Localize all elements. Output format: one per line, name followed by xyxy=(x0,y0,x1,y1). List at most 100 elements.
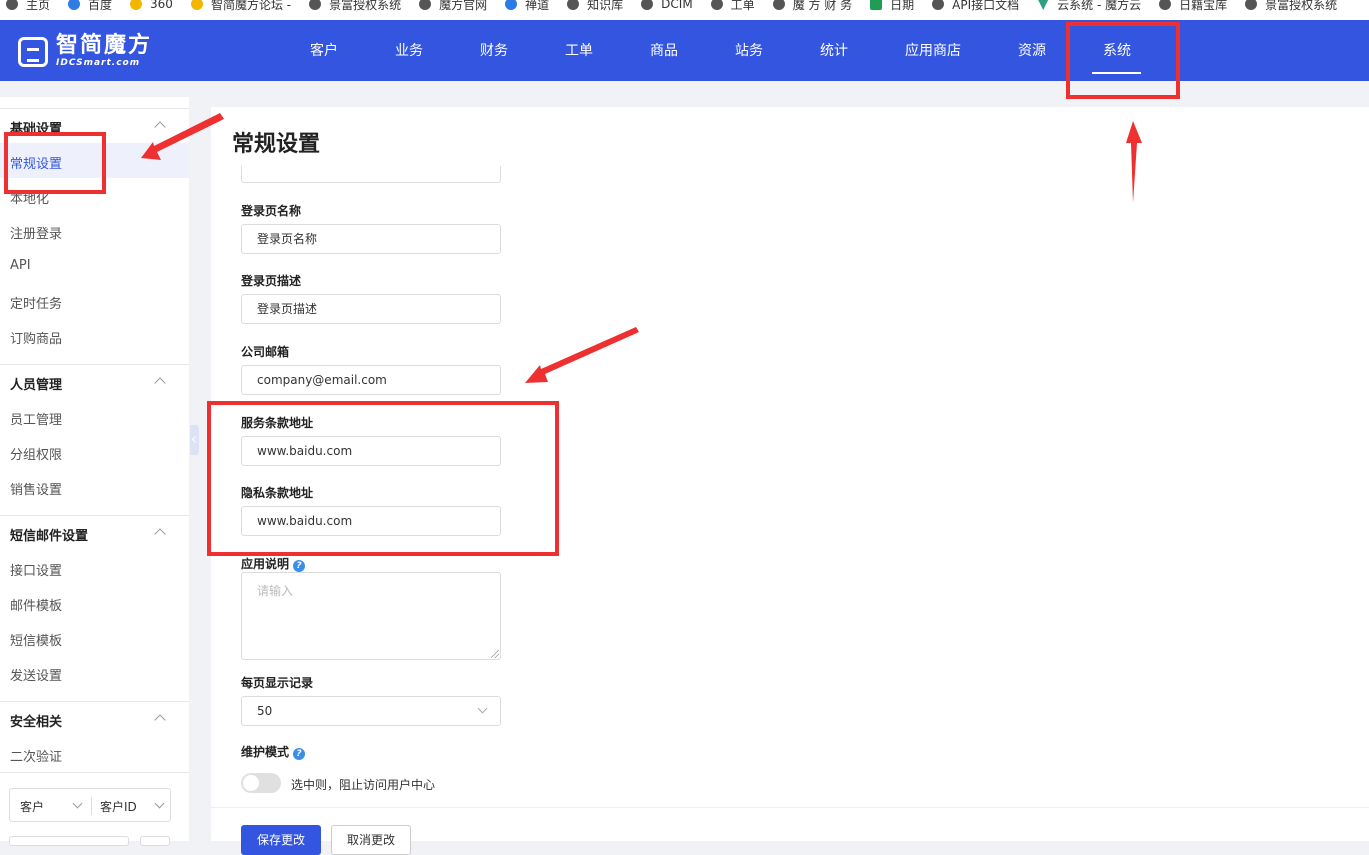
login-name-label: 登录页名称 xyxy=(241,204,302,218)
filter-type-select[interactable]: 客户 xyxy=(20,798,44,815)
nav-resources[interactable]: 资源 xyxy=(1018,40,1046,60)
sidebar-item-cron[interactable]: 定时任务 xyxy=(10,293,62,312)
sidebar-divider xyxy=(0,515,189,516)
globe-icon xyxy=(309,0,322,10)
resize-handle-icon[interactable] xyxy=(491,650,499,658)
bookmarks-bar: 主页 百度 360 智简魔方论坛 - 景富授权系统 魔方官网 禅道 知识库 DC… xyxy=(0,0,1369,20)
chevron-down-icon xyxy=(72,798,83,809)
bookmark-item[interactable]: 360 xyxy=(130,0,173,11)
logo-text: 智简魔方 IDCSmart.com xyxy=(56,35,152,68)
sidebar-section-security[interactable]: 安全相关 xyxy=(10,711,62,730)
globe-icon xyxy=(1159,0,1172,10)
bookmark-label: 魔方官网 xyxy=(439,0,488,12)
nav-app-store[interactable]: 应用商店 xyxy=(905,40,961,60)
login-desc-label: 登录页描述 xyxy=(241,274,302,288)
sidebar-item-register-login[interactable]: 注册登录 xyxy=(10,223,62,242)
sidebar-item-2fa[interactable]: 二次验证 xyxy=(10,746,62,765)
sidebar-item-api[interactable]: API xyxy=(10,258,31,273)
company-email-label: 公司邮箱 xyxy=(241,345,290,359)
save-button[interactable]: 保存更改 xyxy=(241,825,321,855)
bookmark-label: 景富授权系统 xyxy=(1265,0,1338,12)
bookmark-item[interactable]: 禅道 xyxy=(505,0,549,13)
sidebar-collapse-button[interactable] xyxy=(190,425,199,455)
chevron-down-icon xyxy=(154,798,165,809)
customer-search-button[interactable] xyxy=(140,836,170,846)
logo-name-en: IDCSmart.com xyxy=(56,58,141,68)
bookmark-item[interactable]: 景富授权系统 xyxy=(1245,0,1337,13)
page-size-select[interactable]: 50 xyxy=(241,696,501,726)
bookmark-item[interactable]: 知识库 xyxy=(567,0,623,13)
bookmark-item[interactable]: 工单 xyxy=(710,0,755,13)
sidebar-item-sales[interactable]: 销售设置 xyxy=(10,479,62,498)
customer-search-input[interactable] xyxy=(9,836,129,846)
360-icon xyxy=(130,0,143,10)
logo-mark-icon xyxy=(18,36,48,67)
sidebar-item-group-permissions[interactable]: 分组权限 xyxy=(10,444,62,463)
app-desc-textarea[interactable]: 请输入 xyxy=(241,572,501,660)
maintenance-toggle-text: 选中则，阻止访问用户中心 xyxy=(291,778,436,792)
maintenance-toggle[interactable] xyxy=(241,773,281,793)
app-desc-label: 应用说明? xyxy=(241,555,306,572)
nav-business[interactable]: 业务 xyxy=(395,40,423,60)
globe-icon xyxy=(1245,0,1258,10)
bookmark-label: 景富授权系统 xyxy=(329,0,402,12)
bookmark-item[interactable]: API接口文档 xyxy=(932,0,1019,13)
bookmark-item[interactable]: 主页 xyxy=(6,0,50,13)
sidebar-item-sms-templates[interactable]: 短信模板 xyxy=(10,630,62,649)
filter-field-select[interactable]: 客户ID xyxy=(100,798,137,815)
page-size-label: 每页显示记录 xyxy=(241,676,314,690)
baidu-icon xyxy=(68,0,81,10)
bookmark-item[interactable]: 百度 xyxy=(68,0,112,13)
sidebar-divider xyxy=(0,772,189,773)
nav-statistics[interactable]: 统计 xyxy=(820,40,848,60)
nav-products[interactable]: 商品 xyxy=(650,40,678,60)
vue-icon xyxy=(1037,0,1050,10)
bookmark-label: 360 xyxy=(150,0,173,11)
bookmark-item[interactable]: 日期 xyxy=(870,0,914,13)
bookmark-label: 云系统 - 魔方云 xyxy=(1057,0,1142,12)
sidebar-section-sms-email[interactable]: 短信邮件设置 xyxy=(10,525,88,544)
login-desc-input[interactable]: 登录页描述 xyxy=(241,294,501,324)
globe-icon xyxy=(710,0,723,10)
bookmark-label: 工单 xyxy=(730,0,755,12)
nav-site[interactable]: 站务 xyxy=(735,40,763,60)
globe-icon xyxy=(6,0,18,10)
bookmark-item[interactable]: 景富授权系统 xyxy=(309,0,401,13)
bookmark-label: 魔 方 财 务 xyxy=(792,0,853,12)
sidebar-item-send-settings[interactable]: 发送设置 xyxy=(10,665,62,684)
bookmark-item[interactable]: 魔方官网 xyxy=(419,0,487,13)
company-email-input[interactable]: company@email.com xyxy=(241,365,501,395)
annotation-box-terms-fields xyxy=(207,401,559,556)
globe-icon xyxy=(567,0,580,10)
bookmark-label: 百度 xyxy=(88,0,113,12)
bookmark-item[interactable]: 云系统 - 魔方云 xyxy=(1037,0,1141,13)
bookmark-item[interactable]: 魔 方 财 务 xyxy=(772,0,853,13)
customer-search-filter[interactable]: 客户 客户ID xyxy=(9,788,171,822)
sidebar-item-order-products[interactable]: 订购商品 xyxy=(10,328,62,347)
sidebar-divider xyxy=(0,364,189,365)
login-name-input[interactable]: 登录页名称 xyxy=(241,224,501,254)
logo[interactable]: 智简魔方 IDCSmart.com xyxy=(18,35,152,68)
partial-input-field[interactable] xyxy=(241,166,501,183)
nav-tickets[interactable]: 工单 xyxy=(565,40,593,60)
help-icon[interactable]: ? xyxy=(293,560,306,572)
bookmark-label: API接口文档 xyxy=(952,0,1020,12)
annotation-box-general-settings xyxy=(4,132,106,194)
sidebar-divider xyxy=(0,701,189,702)
sidebar-section-staff[interactable]: 人员管理 xyxy=(10,374,62,393)
bookmark-item[interactable]: DCIM xyxy=(641,0,693,11)
bookmark-label: 日期 xyxy=(890,0,915,12)
sidebar-item-staff[interactable]: 员工管理 xyxy=(10,409,62,428)
sidebar-item-interface[interactable]: 接口设置 xyxy=(10,560,62,579)
forum-icon xyxy=(190,0,203,10)
app-desc-label-text: 应用说明 xyxy=(241,557,290,571)
nav-customers[interactable]: 客户 xyxy=(310,40,338,60)
logo-name-cn: 智简魔方 xyxy=(56,33,153,58)
nav-finance[interactable]: 财务 xyxy=(480,40,508,60)
bookmark-item[interactable]: 日籍宝库 xyxy=(1159,0,1227,13)
page-title: 常规设置 xyxy=(232,132,321,157)
cancel-button[interactable]: 取消更改 xyxy=(331,825,411,855)
bookmark-item[interactable]: 智简魔方论坛 - xyxy=(190,0,291,13)
sidebar-item-email-templates[interactable]: 邮件模板 xyxy=(10,595,62,614)
help-icon[interactable]: ? xyxy=(293,748,306,760)
